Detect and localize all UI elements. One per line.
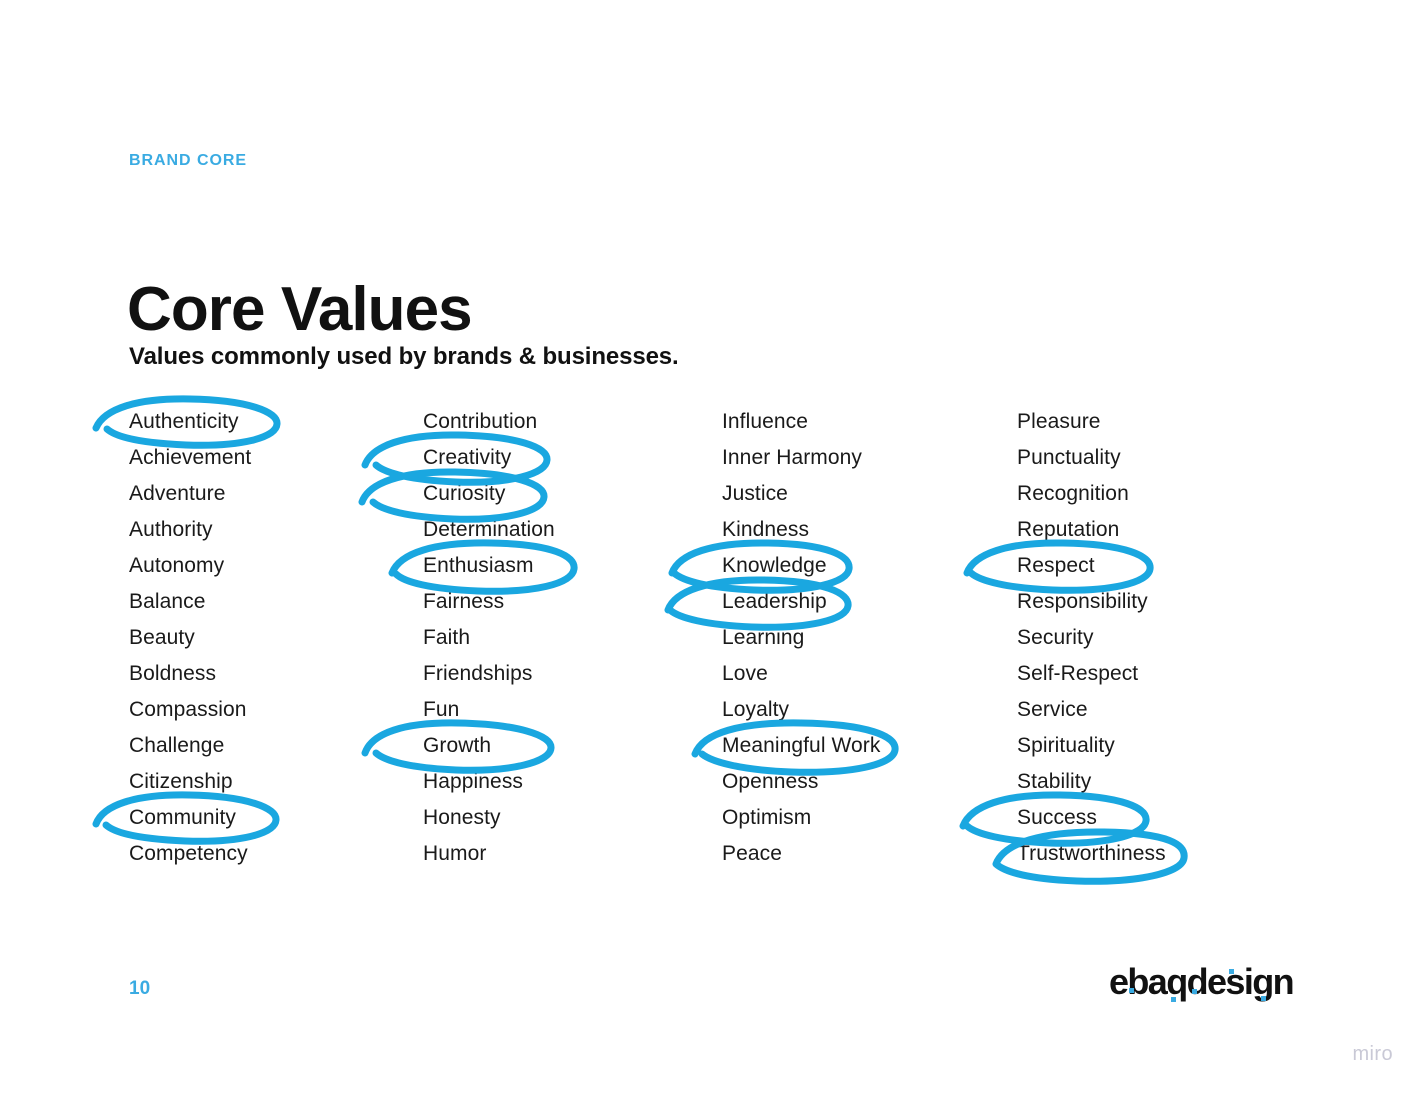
- value-item[interactable]: Stability: [1017, 764, 1309, 800]
- value-item[interactable]: Justice: [722, 476, 1017, 512]
- value-item[interactable]: Contribution: [423, 404, 722, 440]
- value-item[interactable]: Influence: [722, 404, 1017, 440]
- value-item[interactable]: Authenticity: [129, 404, 423, 440]
- ebaqdesign-logo: ebaqdesign: [1109, 961, 1295, 1002]
- value-item[interactable]: Achievement: [129, 440, 423, 476]
- logo-accent-dot-5: [1261, 996, 1266, 1001]
- value-item[interactable]: Spirituality: [1017, 728, 1309, 764]
- value-item[interactable]: Security: [1017, 620, 1309, 656]
- values-column-3: Influence Inner Harmony Justice Kindness…: [722, 404, 1017, 872]
- value-item[interactable]: Knowledge: [722, 548, 1017, 584]
- value-item[interactable]: Authority: [129, 512, 423, 548]
- value-item[interactable]: Peace: [722, 836, 1017, 872]
- value-item[interactable]: Loyalty: [722, 692, 1017, 728]
- value-item[interactable]: Success: [1017, 800, 1309, 836]
- value-item[interactable]: Curiosity: [423, 476, 722, 512]
- logo-accent-dot-4: [1229, 969, 1234, 974]
- value-item[interactable]: Honesty: [423, 800, 722, 836]
- logo-wordmark-text: ebaqdesign: [1109, 961, 1293, 1002]
- value-item[interactable]: Trustworthiness: [1017, 836, 1309, 872]
- value-item[interactable]: Respect: [1017, 548, 1309, 584]
- value-item[interactable]: Self-Respect: [1017, 656, 1309, 692]
- values-column-1: Authenticity Achievement Adventure Autho…: [129, 404, 423, 872]
- value-item[interactable]: Determination: [423, 512, 722, 548]
- value-item[interactable]: Balance: [129, 584, 423, 620]
- value-item[interactable]: Citizenship: [129, 764, 423, 800]
- value-item[interactable]: Fairness: [423, 584, 722, 620]
- value-item[interactable]: Inner Harmony: [722, 440, 1017, 476]
- value-item[interactable]: Openness: [722, 764, 1017, 800]
- value-item[interactable]: Community: [129, 800, 423, 836]
- value-item[interactable]: Service: [1017, 692, 1309, 728]
- value-item[interactable]: Learning: [722, 620, 1017, 656]
- value-item[interactable]: Faith: [423, 620, 722, 656]
- values-column-4: Pleasure Punctuality Recognition Reputat…: [1017, 404, 1309, 872]
- value-item[interactable]: Meaningful Work: [722, 728, 1017, 764]
- value-item[interactable]: Autonomy: [129, 548, 423, 584]
- slide-canvas: BRAND CORE Core Values Values commonly u…: [0, 0, 1421, 1098]
- value-item[interactable]: Happiness: [423, 764, 722, 800]
- value-item[interactable]: Enthusiasm: [423, 548, 722, 584]
- value-item[interactable]: Reputation: [1017, 512, 1309, 548]
- value-item[interactable]: Creativity: [423, 440, 722, 476]
- value-item[interactable]: Recognition: [1017, 476, 1309, 512]
- value-item[interactable]: Kindness: [722, 512, 1017, 548]
- value-item[interactable]: Growth: [423, 728, 722, 764]
- value-item[interactable]: Optimism: [722, 800, 1017, 836]
- value-item[interactable]: Boldness: [129, 656, 423, 692]
- page-eyebrow-label: BRAND CORE: [129, 152, 248, 169]
- logo-accent-dot-3: [1192, 989, 1197, 994]
- value-item[interactable]: Challenge: [129, 728, 423, 764]
- value-item[interactable]: Pleasure: [1017, 404, 1309, 440]
- value-item[interactable]: Responsibility: [1017, 584, 1309, 620]
- page-number: 10: [129, 978, 151, 999]
- value-item[interactable]: Adventure: [129, 476, 423, 512]
- core-values-grid: Authenticity Achievement Adventure Autho…: [129, 404, 1309, 872]
- logo-accent-dot-1: [1129, 988, 1134, 993]
- values-column-2: Contribution Creativity Curiosity Determ…: [423, 404, 722, 872]
- value-item[interactable]: Competency: [129, 836, 423, 872]
- page-subtitle: Values commonly used by brands & busines…: [129, 343, 679, 370]
- value-item[interactable]: Leadership: [722, 584, 1017, 620]
- miro-watermark: miro: [1352, 1043, 1393, 1065]
- logo-accent-dot-2: [1171, 997, 1176, 1002]
- value-item[interactable]: Compassion: [129, 692, 423, 728]
- value-item[interactable]: Beauty: [129, 620, 423, 656]
- page-title: Core Values: [127, 274, 473, 344]
- value-item[interactable]: Love: [722, 656, 1017, 692]
- value-item[interactable]: Humor: [423, 836, 722, 872]
- value-item[interactable]: Punctuality: [1017, 440, 1309, 476]
- value-item[interactable]: Friendships: [423, 656, 722, 692]
- value-item[interactable]: Fun: [423, 692, 722, 728]
